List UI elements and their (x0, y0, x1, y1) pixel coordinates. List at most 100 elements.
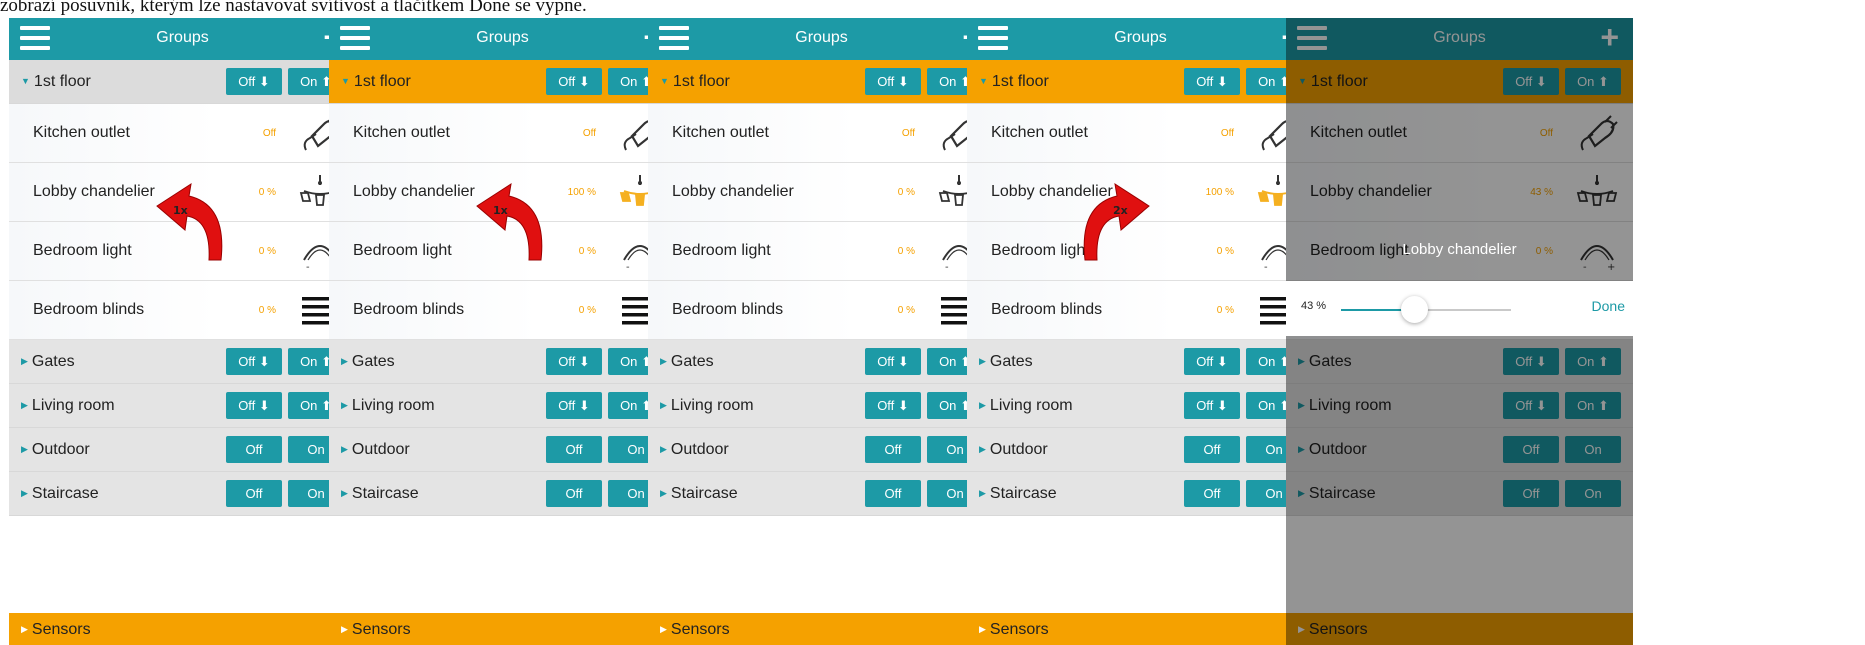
group-row[interactable]: ▶ Gates Off ⬇ On ⬆ (967, 340, 1314, 384)
off-button[interactable]: Off ⬇ (546, 68, 602, 95)
off-button[interactable]: Off (546, 436, 602, 463)
device-row[interactable]: Kitchen outlet Off (9, 104, 356, 163)
expand-arrow-icon: ▶ (979, 488, 986, 498)
group-row[interactable]: ▶ Outdoor Off On (967, 428, 1314, 472)
group-row[interactable]: ▶ Staircase Off On (329, 472, 676, 516)
group-row[interactable]: ▶ Staircase Off On (9, 472, 356, 516)
red-curved-arrow-icon: 1x (469, 160, 569, 275)
group-name: ▶ Living room (341, 397, 435, 414)
group-row[interactable]: ▶ Living room Off ⬇ On ⬆ (648, 384, 995, 428)
group-row[interactable]: ▶ Staircase Off On (648, 472, 995, 516)
off-button[interactable]: Off ⬇ (1184, 68, 1240, 95)
done-button[interactable]: Done (1592, 298, 1625, 314)
off-button[interactable]: Off (226, 436, 282, 463)
group-row[interactable]: ▶ Living room Off ⬇ On ⬆ (329, 384, 676, 428)
group-row[interactable]: ▶ Gates Off ⬇ On ⬆ (329, 340, 676, 384)
expand-arrow-icon: ▶ (660, 444, 667, 454)
off-button[interactable]: Off ⬇ (1184, 392, 1240, 419)
phone-screen: Groups + ▼1st floor Off ⬇ On ⬆ Kitchen o… (9, 18, 356, 645)
header-title: Groups (1114, 29, 1167, 46)
off-button[interactable]: Off ⬇ (226, 392, 282, 419)
device-row[interactable]: Bedroom blinds 0 % (9, 281, 356, 340)
group-row-sensors[interactable]: ▶ Sensors (9, 613, 356, 645)
group-row[interactable]: ▶ Staircase Off On (967, 472, 1314, 516)
expand-arrow-icon: ▶ (21, 400, 28, 410)
group-row-sensors[interactable]: ▶ Sensors (329, 613, 676, 645)
svg-text:-: - (306, 262, 310, 272)
device-row[interactable]: Kitchen outlet Off (648, 104, 995, 163)
device-value: 0 % (897, 246, 915, 257)
off-button[interactable]: Off (546, 480, 602, 507)
device-row[interactable]: Lobby chandelier 0 % (648, 163, 995, 222)
off-button[interactable]: Off ⬇ (865, 348, 921, 375)
header-title: Groups (795, 29, 848, 46)
brightness-slider[interactable] (1341, 296, 1511, 323)
group-name: ▶ Gates (979, 353, 1033, 370)
group-row[interactable]: ▶ Gates Off ⬇ On ⬆ (648, 340, 995, 384)
expand-arrow-icon: ▶ (341, 400, 348, 410)
device-row[interactable]: Bedroom blinds 0 % (329, 281, 676, 340)
off-button[interactable]: Off (865, 436, 921, 463)
group-row[interactable]: ▼ 1st floor Off ⬇ On ⬆ (9, 60, 356, 104)
device-value: 0 % (258, 305, 276, 316)
gesture-label: 1x (493, 204, 508, 217)
group-row-sensors[interactable]: ▶ Sensors (967, 613, 1314, 645)
device-row[interactable]: Bedroom light 0 % -+ (648, 222, 995, 281)
slider-value: 43 % (1301, 300, 1327, 312)
phone-screen: Groups + ▼1st floor Off ⬇ On ⬆ Kitchen o… (967, 18, 1314, 645)
device-name: Bedroom blinds (33, 301, 145, 318)
device-row[interactable]: Bedroom blinds 0 % (967, 281, 1314, 340)
off-button[interactable]: Off ⬇ (865, 68, 921, 95)
group-row[interactable]: ▼ 1st floor Off ⬇ On ⬆ (967, 60, 1314, 104)
expand-arrow-icon: ▼ (21, 76, 30, 86)
device-name: Kitchen outlet (353, 124, 450, 141)
device-value: 0 % (897, 305, 915, 316)
off-button[interactable]: Off (226, 480, 282, 507)
off-button[interactable]: Off ⬇ (546, 392, 602, 419)
device-name: Bedroom blinds (353, 301, 465, 318)
group-name: ▼ 1st floor (660, 73, 730, 90)
group-name: ▶ Outdoor (341, 441, 410, 458)
group-name: ▶ Staircase (660, 485, 738, 502)
device-value: 100 % (567, 187, 596, 198)
off-button[interactable]: Off ⬇ (226, 68, 282, 95)
device-name: Lobby chandelier (33, 183, 155, 200)
group-row[interactable]: ▼ 1st floor Off ⬇ On ⬆ (329, 60, 676, 104)
group-name: ▶ Gates (341, 353, 395, 370)
group-row[interactable]: ▶ Gates Off ⬇ On ⬆ (9, 340, 356, 384)
group-name: ▶ Gates (660, 353, 714, 370)
gesture-label: 2x (1113, 204, 1128, 217)
phone-screen: Groups + ▼1st floor Off ⬇ On ⬆ Kitchen o… (329, 18, 676, 645)
device-value: 0 % (897, 187, 915, 198)
off-button[interactable]: Off ⬇ (1184, 348, 1240, 375)
group-name: ▶ Staircase (979, 485, 1057, 502)
group-row[interactable]: ▶ Outdoor Off On (9, 428, 356, 472)
group-row[interactable]: ▶ Outdoor Off On (648, 428, 995, 472)
device-value: 0 % (258, 246, 276, 257)
off-button[interactable]: Off ⬇ (226, 348, 282, 375)
off-button[interactable]: Off (1184, 436, 1240, 463)
app-header: Groups + (967, 18, 1314, 60)
device-row[interactable]: Bedroom blinds 0 % (648, 281, 995, 340)
off-button[interactable]: Off (865, 480, 921, 507)
phone-screen: Groups + ▼1st floor Off ⬇ On ⬆ Kitchen o… (1286, 18, 1633, 645)
device-row[interactable]: Kitchen outlet Off (329, 104, 676, 163)
group-row[interactable]: ▶ Outdoor Off On (329, 428, 676, 472)
group-row[interactable]: ▼ 1st floor Off ⬇ On ⬆ (648, 60, 995, 104)
off-button[interactable]: Off ⬇ (865, 392, 921, 419)
group-name: ▶ Sensors (979, 621, 1049, 638)
device-value: Off (582, 128, 596, 139)
expand-arrow-icon: ▶ (21, 624, 28, 634)
off-button[interactable]: Off ⬇ (546, 348, 602, 375)
group-row[interactable]: ▶ Living room Off ⬇ On ⬆ (9, 384, 356, 428)
slider-knob[interactable] (1401, 296, 1429, 323)
group-name: ▶ Living room (660, 397, 754, 414)
expand-arrow-icon: ▶ (660, 624, 667, 634)
group-row[interactable]: ▶ Living room Off ⬇ On ⬆ (967, 384, 1314, 428)
group-name: ▶ Outdoor (21, 441, 90, 458)
group-row-sensors[interactable]: ▶ Sensors (648, 613, 995, 645)
device-row[interactable]: Kitchen outlet Off (967, 104, 1314, 163)
expand-arrow-icon: ▶ (341, 488, 348, 498)
off-button[interactable]: Off (1184, 480, 1240, 507)
device-value: 0 % (578, 246, 596, 257)
